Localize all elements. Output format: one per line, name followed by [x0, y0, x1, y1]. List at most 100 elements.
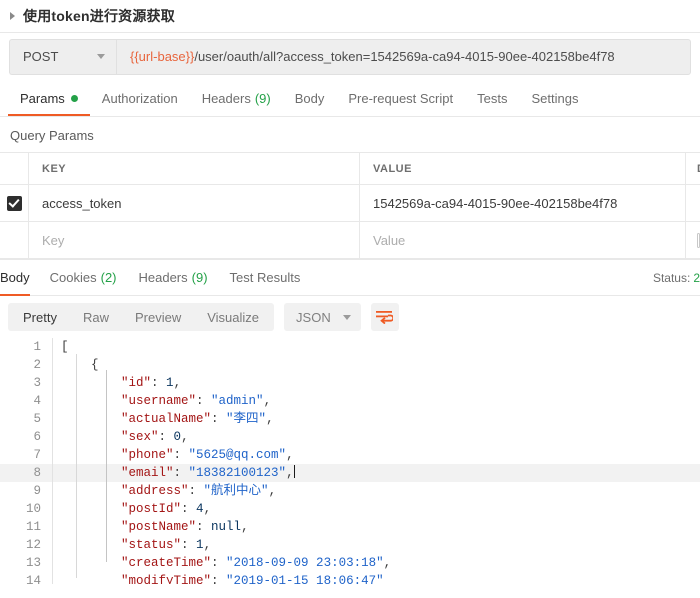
code-token: :	[158, 430, 174, 444]
code-token: ,	[383, 556, 392, 570]
line-content[interactable]: "phone": "5625@qq.com",	[49, 446, 700, 464]
line-content[interactable]: "actualName": "李四",	[49, 410, 700, 428]
row-checkbox-cell-empty[interactable]	[0, 222, 29, 258]
code-token: [	[61, 340, 69, 354]
code-token: :	[196, 394, 212, 408]
code-token: :	[181, 502, 197, 516]
line-number: 3	[33, 376, 41, 390]
code-line: 4 "username": "admin",	[0, 392, 700, 410]
code-token: ,	[286, 448, 294, 462]
query-params-section-label: Query Params	[10, 128, 94, 143]
code-token: :	[211, 412, 227, 426]
code-line: 3 "id": 1,	[0, 374, 700, 392]
row-key-input[interactable]: Key	[29, 222, 360, 258]
line-content[interactable]: "address": "航利中心",	[49, 482, 700, 500]
view-mode-raw[interactable]: Raw	[70, 304, 122, 330]
http-method-select[interactable]: POST	[9, 38, 116, 75]
code-token: "address"	[121, 484, 189, 498]
response-tab-cookies-label: Cookies	[49, 270, 97, 285]
tab-authorization[interactable]: Authorization	[90, 80, 190, 116]
response-tab-test-results[interactable]: Test Results	[219, 260, 312, 296]
row-key-cell[interactable]: access_token	[29, 185, 360, 221]
code-line: 12 "status": 1,	[0, 536, 700, 554]
code-token: "actualName"	[121, 412, 212, 426]
code-token: "postId"	[121, 502, 182, 516]
view-mode-visualize[interactable]: Visualize	[194, 304, 272, 330]
disclosure-triangle-icon[interactable]	[10, 12, 15, 20]
view-mode-pretty[interactable]: Pretty	[10, 304, 70, 330]
param-enabled-checkbox[interactable]	[6, 195, 22, 211]
header-cell-description: D	[686, 153, 700, 184]
code-token: "5625@qq.com"	[188, 448, 287, 462]
line-number: 4	[33, 394, 41, 408]
code-line: 10 "postId": 4,	[0, 500, 700, 518]
code-token: 1	[166, 376, 174, 390]
code-line: 1[	[0, 338, 700, 356]
view-mode-preview[interactable]: Preview	[122, 304, 194, 330]
wrap-lines-button[interactable]	[370, 303, 399, 331]
line-content[interactable]: "modifyTime": "2019-01-15 18:06:47"	[49, 572, 700, 584]
line-content[interactable]: "username": "admin",	[49, 392, 700, 410]
tab-tests[interactable]: Tests	[465, 80, 519, 116]
row-value-input[interactable]: Value	[360, 222, 686, 258]
line-content[interactable]: {	[49, 356, 700, 374]
response-format-label: JSON	[296, 309, 331, 325]
line-content[interactable]: "postId": 4,	[49, 500, 700, 518]
row-value-cell[interactable]: 1542569a-ca94-4015-90ee-402158be4f78	[360, 185, 686, 221]
code-token: null	[211, 520, 242, 534]
table-row[interactable]: access_token 1542569a-ca94-4015-90ee-402…	[0, 185, 700, 222]
chevron-down-icon	[342, 314, 351, 320]
line-content[interactable]: "createTime": "2018-09-09 23:03:18",	[49, 554, 700, 572]
tab-pre-request-script[interactable]: Pre-request Script	[336, 80, 465, 116]
response-tab-body[interactable]: Body	[0, 260, 39, 296]
code-lines-body: 1[2 {3 "id": 1, 4 "username": "admin", 5 "…	[0, 338, 700, 584]
code-token: ,	[173, 376, 182, 390]
response-format-select[interactable]: JSON	[284, 303, 361, 331]
tab-settings[interactable]: Settings	[519, 80, 590, 116]
line-content[interactable]: "status": 1,	[49, 536, 700, 554]
line-content[interactable]: "email": "18382100123",	[49, 464, 700, 482]
request-title-bar: 使用token进行资源获取	[0, 0, 700, 33]
line-content[interactable]: "id": 1,	[49, 374, 700, 392]
line-content[interactable]: "sex": 0,	[49, 428, 700, 446]
response-body-code-viewer[interactable]: 1[2 {3 "id": 1, 4 "username": "admin", 5 "…	[0, 338, 700, 584]
code-token: :	[211, 556, 227, 570]
code-token: "createTime"	[121, 556, 212, 570]
header-cell-checkbox	[0, 153, 29, 184]
code-token: "status"	[121, 538, 182, 552]
code-token: ,	[268, 484, 277, 498]
code-token: "modifyTime"	[121, 574, 212, 584]
line-content[interactable]: [	[49, 338, 700, 356]
code-token: "id"	[121, 376, 152, 390]
tab-headers-label: Headers	[201, 90, 251, 106]
table-row-empty[interactable]: Key Value	[0, 222, 700, 259]
status-code: 2	[693, 270, 700, 285]
wrap-lines-icon	[376, 311, 394, 324]
row-description-input[interactable]	[686, 222, 700, 258]
code-token: 1	[196, 538, 204, 552]
text-cursor	[293, 465, 295, 478]
code-token: 4	[196, 502, 204, 516]
row-description-cell[interactable]	[686, 185, 700, 221]
url-variable: {{url-base}}	[130, 49, 195, 64]
code-token: ,	[263, 394, 272, 408]
tab-params[interactable]: Params	[8, 80, 90, 116]
row-checkbox-cell[interactable]	[0, 185, 29, 221]
tab-body[interactable]: Body	[283, 80, 337, 116]
tab-body-label: Body	[294, 90, 325, 106]
query-params-table: KEY VALUE D access_token 1542569a-ca94-4…	[0, 152, 700, 259]
code-token: ,	[203, 502, 212, 516]
line-number: 12	[25, 538, 41, 552]
tab-headers[interactable]: Headers (9)	[190, 80, 283, 116]
response-tab-cookies[interactable]: Cookies (2)	[39, 260, 128, 296]
code-token: :	[211, 574, 227, 584]
line-content[interactable]: "postName": null,	[49, 518, 700, 536]
response-tab-headers[interactable]: Headers (9)	[128, 260, 219, 296]
url-input[interactable]: {{url-base}}/user/oauth/all?access_token…	[116, 38, 691, 75]
tab-tests-label: Tests	[477, 90, 508, 106]
